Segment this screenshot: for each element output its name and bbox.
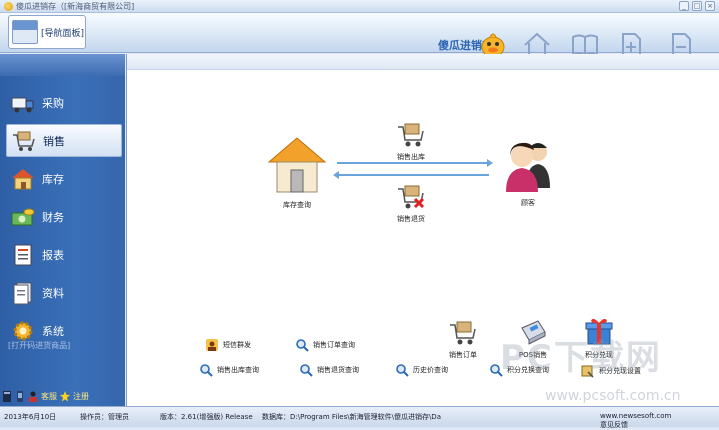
sms-broadcast-label: 短信群发: [223, 341, 251, 349]
watermark-url: www.pcsoft.com.cn: [545, 388, 681, 404]
history-price-query-link[interactable]: 历史价查询: [395, 363, 448, 377]
title-bar: 傻瓜进销存（[新海商贸有限公司] _ □ ×: [0, 0, 719, 13]
sidebar-item-purchase[interactable]: 采购: [6, 86, 122, 119]
sidebar-item-label: 资料: [42, 286, 64, 300]
sales-order-query-label: 销售订单查询: [313, 341, 355, 349]
sidebar-item-label: 采购: [42, 96, 64, 110]
status-version: 版本：2.61(增强版) Release: [160, 413, 253, 421]
sidebar-item-label: 销售: [43, 134, 65, 148]
app-icon: [4, 1, 13, 11]
customer-people-icon: [506, 142, 550, 192]
document-icon: [13, 282, 32, 304]
search-icon: [296, 339, 309, 352]
money-icon: [11, 208, 35, 225]
status-operator: 操作员：管理员: [80, 413, 129, 421]
sales-out-query-label: 销售出库查询: [217, 366, 259, 374]
window-controls: _ □ ×: [679, 1, 715, 11]
stock-query-node[interactable]: 库存查询: [265, 134, 329, 210]
search-icon: [200, 364, 213, 377]
watermark-logo: PC下载网: [500, 338, 662, 378]
sidebar-item-label: 财务: [42, 210, 64, 224]
sidebar-bottom-bar: 客服 注册: [2, 388, 123, 404]
shopping-cart-icon: [398, 123, 424, 147]
warehouse-house-icon: [267, 137, 327, 193]
status-website[interactable]: www.newsesoft.com: [600, 412, 671, 420]
sidebar-item-label: 报表: [42, 248, 64, 262]
stock-query-label: 库存查询: [283, 201, 311, 209]
sidebar-header: [0, 54, 125, 76]
register-link[interactable]: 注册: [73, 391, 89, 402]
truck-icon: [11, 97, 34, 112]
status-date: 2013年6月10日: [4, 413, 57, 421]
sidebar-item-label: 库存: [42, 172, 64, 186]
navigation-panel-label: [导航面板]: [41, 28, 85, 39]
minimize-button[interactable]: _: [679, 1, 689, 11]
maximize-button[interactable]: □: [692, 1, 702, 11]
phone-icon[interactable]: [15, 390, 25, 402]
shopping-cart-icon: [13, 131, 35, 151]
sales-out-label: 销售出库: [397, 153, 425, 161]
return-arrow: [333, 171, 489, 179]
sidebar-item-reports[interactable]: 报表: [6, 238, 122, 271]
sidebar-item-data[interactable]: 资料: [6, 276, 122, 309]
sales-return-label: 销售退货: [397, 215, 425, 223]
cart-return-icon: [398, 185, 425, 209]
sales-return-query-label: 销售退货查询: [317, 366, 359, 374]
sidebar-item-finance[interactable]: 财务: [6, 200, 122, 233]
sales-return-node[interactable]: 销售退货: [389, 184, 433, 224]
search-icon: [300, 364, 313, 377]
sms-broadcast-link[interactable]: 短信群发: [205, 338, 251, 352]
sms-person-icon: [206, 339, 218, 351]
customer-label: 顾客: [521, 199, 535, 207]
window-title: 傻瓜进销存（[新海商贸有限公司]: [16, 1, 135, 11]
outbound-arrow: [337, 159, 493, 167]
report-icon: [14, 244, 32, 265]
house-icon: [12, 168, 34, 189]
shopping-cart-icon: [450, 321, 476, 345]
sales-order-query-link[interactable]: 销售订单查询: [295, 338, 355, 352]
main-header-strip: [127, 54, 719, 70]
calculator-icon[interactable]: [2, 390, 12, 402]
navigation-panel-tab[interactable]: [导航面板]: [8, 15, 86, 49]
sales-out-node[interactable]: 销售出库: [389, 122, 433, 162]
sidebar-item-label: 系统: [42, 324, 64, 338]
toolbar: [导航面板] 傻瓜进销存: [0, 13, 719, 58]
status-database: 数据库：D:\Program Files\新海管理软件\傻瓜进销存\Da: [262, 413, 441, 421]
sidebar-hint: [打开码进货商品]: [8, 341, 71, 350]
history-price-query-label: 历史价查询: [413, 366, 448, 374]
star-icon[interactable]: [60, 390, 70, 402]
close-button[interactable]: ×: [705, 1, 715, 11]
gear-icon: [13, 321, 33, 340]
window-icon: [12, 20, 38, 44]
sales-order-label: 销售订单: [449, 351, 477, 359]
sales-out-query-link[interactable]: 销售出库查询: [199, 363, 259, 377]
sales-order-node[interactable]: 销售订单: [443, 320, 483, 360]
search-icon: [396, 364, 409, 377]
sidebar-item-sales[interactable]: 销售: [6, 124, 122, 157]
sales-return-query-link[interactable]: 销售退货查询: [299, 363, 359, 377]
customer-service-link[interactable]: 客服: [41, 391, 57, 402]
customer-node[interactable]: 顾客: [495, 138, 561, 208]
sidebar-item-inventory[interactable]: 库存: [6, 162, 122, 195]
status-bar: 2013年6月10日 操作员：管理员 版本：2.61(增强版) Release …: [0, 406, 719, 430]
sidebar: 采购 销售 库存 财务 报表 资料 系统 [打开码进货商品] 客服 注册: [0, 54, 125, 406]
feedback-link[interactable]: 意见反馈: [600, 420, 628, 430]
support-person-icon[interactable]: [28, 391, 38, 402]
